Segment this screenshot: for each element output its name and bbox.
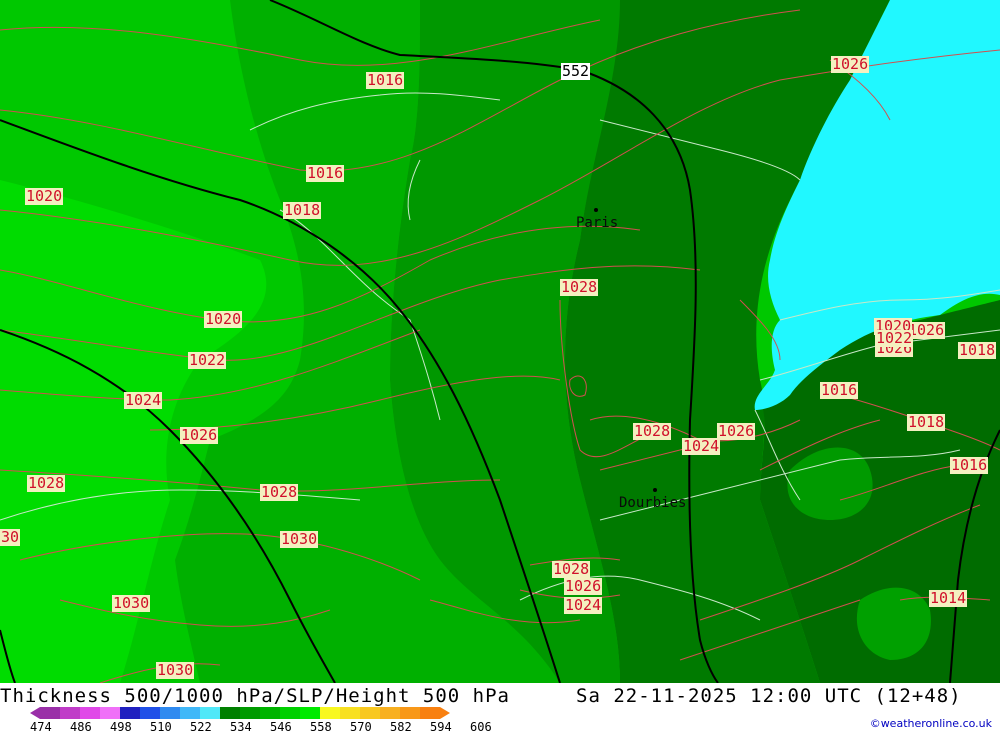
city-marker-paris [594, 208, 598, 212]
isobar-label: 1022 [188, 351, 227, 369]
scale-swatch [260, 707, 280, 719]
isobar-label: 1016 [306, 164, 345, 182]
scale-tick-label: 546 [270, 720, 292, 734]
scale-swatch [280, 707, 300, 719]
scale-tick-label: 510 [150, 720, 172, 734]
scale-swatch [200, 707, 220, 719]
map-title: Thickness 500/1000 hPa/SLP/Height 500 hP… [0, 685, 510, 707]
isobar-label: 1028 [260, 483, 299, 501]
credit-link[interactable]: ©weatheronline.co.uk [870, 717, 992, 730]
isobar-label: 1030 [156, 661, 195, 679]
scale-tick-label: 522 [190, 720, 212, 734]
isobar-label: 1028 [27, 474, 66, 492]
isobar-label: 1030 [280, 530, 319, 548]
scale-tick-label: 498 [110, 720, 132, 734]
scale-swatch [100, 707, 120, 719]
isobar-label: 30 [0, 528, 21, 546]
isobar-label: 1030 [112, 594, 151, 612]
isobar-label: 1020 [25, 187, 64, 205]
scale-swatch [320, 707, 340, 719]
scale-arrow-low [30, 707, 40, 719]
city-marker-dourbies [653, 488, 657, 492]
scale-swatch [40, 707, 60, 719]
isobar-label: 1024 [682, 437, 721, 455]
scale-swatch [140, 707, 160, 719]
scale-swatch [80, 707, 100, 719]
scale-swatch [240, 707, 260, 719]
isobar-label: 1028 [633, 422, 672, 440]
scale-tick-label: 570 [350, 720, 372, 734]
scale-swatch [180, 707, 200, 719]
isobar-label: 1014 [929, 589, 968, 607]
scale-swatch [300, 707, 320, 719]
isobar-label: 1016 [366, 71, 405, 89]
scale-swatch [360, 707, 380, 719]
isobar-label: 1022 [875, 329, 914, 347]
city-label-dourbies: Dourbies [619, 495, 687, 511]
scale-tick-label: 486 [70, 720, 92, 734]
scale-swatch [160, 707, 180, 719]
city-label-paris: Paris [576, 215, 619, 231]
scale-swatch [380, 707, 400, 719]
isobar-label: 1024 [124, 391, 163, 409]
isobar-label: 1018 [958, 341, 997, 359]
height-contour-label: 552 [561, 62, 591, 80]
isobar-label: 1018 [283, 201, 322, 219]
isobar-label: 1016 [820, 381, 859, 399]
scale-tick-label: 594 [430, 720, 452, 734]
scale-tick-label: 474 [30, 720, 52, 734]
scale-tick-label: 582 [390, 720, 412, 734]
isobar-label: 1018 [907, 413, 946, 431]
isobar-label: 1028 [560, 278, 599, 296]
scale-swatch [220, 707, 240, 719]
scale-tick-label: 606 [470, 720, 492, 734]
isobar-label: 1020 [204, 310, 243, 328]
scale-tick-label: 558 [310, 720, 332, 734]
map-validity-time: Sa 22-11-2025 12:00 UTC (12+48) [576, 685, 962, 707]
map-footer: Thickness 500/1000 hPa/SLP/Height 500 hP… [0, 683, 1000, 734]
thickness-color-scale [30, 707, 450, 719]
scale-swatch [60, 707, 80, 719]
scale-swatch [120, 707, 140, 719]
scale-swatch [340, 707, 360, 719]
scale-tick-label: 534 [230, 720, 252, 734]
isobar-label: 1026 [717, 422, 756, 440]
isobar-label: 1026 [564, 577, 603, 595]
scale-swatch [400, 707, 420, 719]
isobar-label: 1026 [180, 426, 219, 444]
isobar-label: 1028 [552, 560, 591, 578]
scale-swatch [420, 707, 440, 719]
isobar-label: 1016 [950, 456, 989, 474]
thickness-map [0, 0, 1000, 683]
isobar-label: 1024 [564, 596, 603, 614]
isobar-label: 1026 [831, 55, 870, 73]
scale-arrow-high [440, 707, 450, 719]
